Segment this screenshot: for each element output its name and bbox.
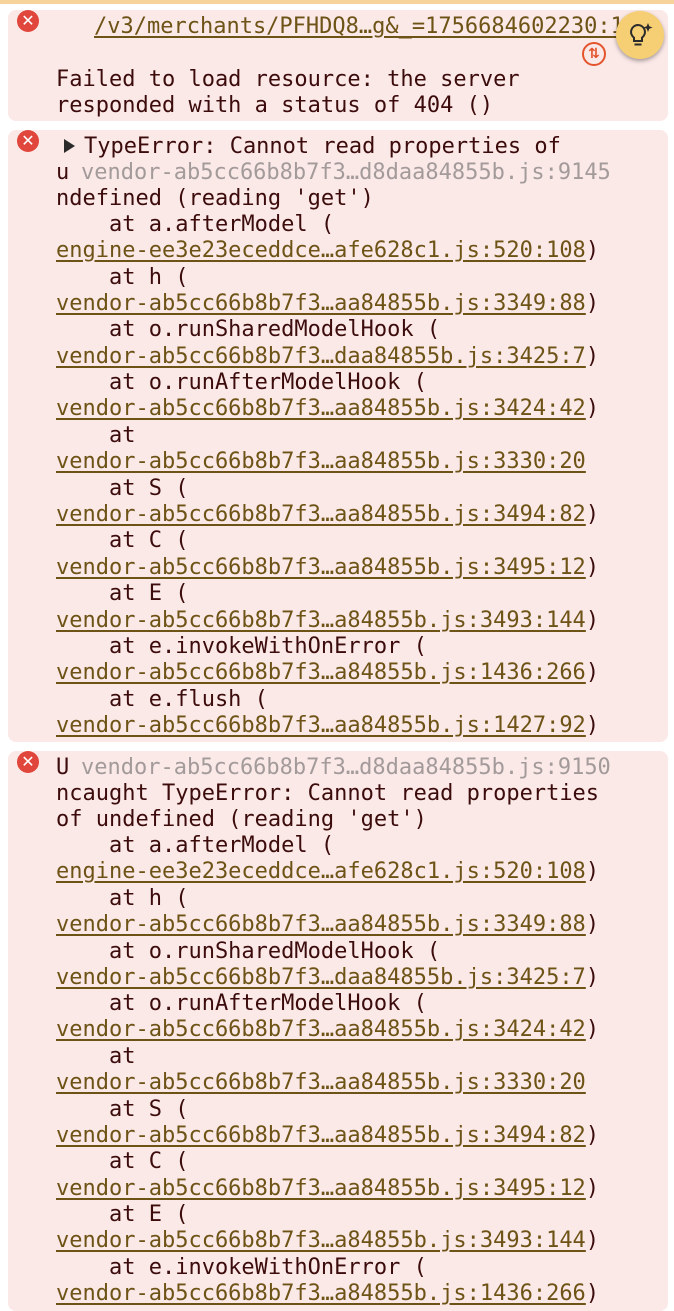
stack-frame-row: vendor-ab5cc66b8b7f3…daa84855b.js:3425:7… [56, 344, 599, 370]
stack-frame-link[interactable]: vendor-ab5cc66b8b7f3…aa84855b.js:1427:92 [56, 713, 586, 738]
stack-frame-label: at [56, 1044, 136, 1069]
stack-frame-link[interactable]: engine-ee3e23eceddce…afe628c1.js:520:108 [56, 238, 586, 263]
stack-frame-label: at o.runSharedModelHook ( [56, 317, 441, 342]
stack-frame-row: vendor-ab5cc66b8b7f3…aa84855b.js:3330:20 [56, 449, 586, 475]
error-message-line: Failed to load resource: the server [56, 67, 520, 92]
stack-frame-link[interactable]: vendor-ab5cc66b8b7f3…aa84855b.js:3349:88 [56, 912, 586, 937]
stack-frame-close: ) [585, 1176, 600, 1201]
stack-frame-link[interactable]: vendor-ab5cc66b8b7f3…daa84855b.js:3425:7 [56, 965, 586, 990]
top-border [0, 0, 674, 4]
error-message-line: u [56, 160, 70, 185]
stack-frame-label: at h ( [56, 265, 189, 290]
stack-frame-label: at e.invokeWithOnError ( [56, 634, 427, 659]
stack-frame-row: vendor-ab5cc66b8b7f3…aa84855b.js:3495:12… [56, 555, 599, 581]
stack-frame-row: vendor-ab5cc66b8b7f3…aa84855b.js:3424:42… [56, 396, 599, 422]
stack-frame-link[interactable]: vendor-ab5cc66b8b7f3…aa84855b.js:3330:20 [56, 449, 586, 474]
stack-frame-label: at a.afterModel ( [56, 212, 335, 237]
stack-frame-row: vendor-ab5cc66b8b7f3…a84855b.js:1436:266… [56, 1281, 599, 1307]
stack-frame-row: vendor-ab5cc66b8b7f3…aa84855b.js:3424:42… [56, 1017, 599, 1043]
error-message-line: ndefined (reading 'get') [56, 186, 374, 211]
stack-frame-close: ) [585, 555, 600, 580]
stack-frame-row: engine-ee3e23eceddce…afe628c1.js:520:108… [56, 859, 599, 885]
stack-frame-label: at h ( [56, 886, 189, 911]
ai-assistance-button[interactable] [616, 11, 664, 59]
stack-frame-close: ) [585, 608, 600, 633]
stack-frame-close: ) [585, 713, 600, 738]
stack-frame-close: ) [585, 965, 600, 990]
source-location-link[interactable]: vendor-ab5cc66b8b7f3…d8daa84855b.js:9150 [81, 755, 611, 781]
stack-frame-row: vendor-ab5cc66b8b7f3…aa84855b.js:3494:82… [56, 502, 599, 528]
stack-frame-close: ) [585, 1123, 600, 1148]
stack-frame-row: vendor-ab5cc66b8b7f3…aa84855b.js:3349:88… [56, 291, 599, 317]
error-message-line: of undefined (reading 'get') [56, 807, 427, 832]
request-url-link[interactable]: /v3/merchants/PFHDQ8…g&_=1756684602230:1 [94, 14, 624, 40]
stack-frame-row: vendor-ab5cc66b8b7f3…a84855b.js:1436:266… [56, 660, 599, 686]
stack-frame-row: vendor-ab5cc66b8b7f3…aa84855b.js:3495:12… [56, 1176, 599, 1202]
stack-frame-row: vendor-ab5cc66b8b7f3…aa84855b.js:3494:82… [56, 1123, 599, 1149]
stack-frame-link[interactable]: vendor-ab5cc66b8b7f3…aa84855b.js:3495:12 [56, 555, 586, 580]
stack-frame-label: at E ( [56, 1202, 189, 1227]
stack-frame-row: vendor-ab5cc66b8b7f3…aa84855b.js:3330:20 [56, 1070, 586, 1096]
stack-frame-close: ) [585, 912, 600, 937]
error-message-line: U [56, 755, 70, 780]
stack-frame-label: at [56, 423, 136, 448]
network-request-icon[interactable]: ⇅ [582, 42, 606, 66]
stack-frame-link[interactable]: vendor-ab5cc66b8b7f3…a84855b.js:1436:266 [56, 1281, 586, 1306]
stack-frame-label: at C ( [56, 1149, 189, 1174]
expand-triangle-icon[interactable] [64, 139, 75, 153]
stack-frame-close: ) [585, 660, 600, 685]
error-message-line: TypeError: Cannot read properties of [84, 134, 561, 159]
stack-frame-row: vendor-ab5cc66b8b7f3…aa84855b.js:1427:92… [56, 713, 599, 739]
stack-frame-link[interactable]: vendor-ab5cc66b8b7f3…daa84855b.js:3425:7 [56, 344, 586, 369]
stack-frame-link[interactable]: vendor-ab5cc66b8b7f3…aa84855b.js:3330:20 [56, 1070, 586, 1095]
error-circle-icon: ✕ [17, 130, 39, 152]
stack-frame-row: vendor-ab5cc66b8b7f3…aa84855b.js:3349:88… [56, 912, 599, 938]
error-circle-icon: ✕ [17, 10, 39, 32]
stack-frame-close: ) [585, 291, 600, 316]
stack-frame-link[interactable]: vendor-ab5cc66b8b7f3…aa84855b.js:3349:88 [56, 291, 586, 316]
stack-frame-link[interactable]: engine-ee3e23eceddce…afe628c1.js:520:108 [56, 859, 586, 884]
stack-frame-close: ) [585, 238, 600, 263]
stack-frame-label: at o.runAfterModelHook ( [56, 370, 427, 395]
stack-frame-link[interactable]: vendor-ab5cc66b8b7f3…aa84855b.js:3494:82 [56, 1123, 586, 1148]
stack-frame-close: ) [585, 859, 600, 884]
stack-frame-link[interactable]: vendor-ab5cc66b8b7f3…aa84855b.js:3495:12 [56, 1176, 586, 1201]
stack-frame-link[interactable]: vendor-ab5cc66b8b7f3…aa84855b.js:3494:82 [56, 502, 586, 527]
stack-frame-label: at E ( [56, 581, 189, 606]
ai-assistance-icon [630, 23, 653, 46]
stack-frame-label: at e.flush ( [56, 687, 268, 712]
stack-frame-label: at S ( [56, 1097, 189, 1122]
stack-frame-close: ) [585, 344, 600, 369]
error-message-line: ncaught TypeError: Cannot read propertie… [56, 781, 600, 806]
stack-frame-label: at S ( [56, 476, 189, 501]
stack-frame-link[interactable]: vendor-ab5cc66b8b7f3…a84855b.js:3493:144 [56, 608, 586, 633]
stack-frame-row: vendor-ab5cc66b8b7f3…daa84855b.js:3425:7… [56, 965, 599, 991]
error-message-line: responded with a status of 404 () [56, 93, 494, 118]
error-circle-icon: ✕ [17, 751, 39, 773]
stack-frame-label: at a.afterModel ( [56, 833, 335, 858]
stack-frame-close: ) [585, 502, 600, 527]
stack-frame-row: engine-ee3e23eceddce…afe628c1.js:520:108… [56, 238, 599, 264]
stack-frame-link[interactable]: vendor-ab5cc66b8b7f3…aa84855b.js:3424:42 [56, 1017, 586, 1042]
stack-frame-row: vendor-ab5cc66b8b7f3…a84855b.js:3493:144… [56, 608, 599, 634]
stack-frame-link[interactable]: vendor-ab5cc66b8b7f3…a84855b.js:3493:144 [56, 1228, 586, 1253]
stack-frame-link[interactable]: vendor-ab5cc66b8b7f3…a84855b.js:1436:266 [56, 660, 586, 685]
stack-frame-row: vendor-ab5cc66b8b7f3…a84855b.js:3493:144… [56, 1228, 599, 1254]
stack-frame-label: at o.runAfterModelHook ( [56, 991, 427, 1016]
stack-frame-close: ) [585, 1281, 600, 1306]
source-location-link[interactable]: vendor-ab5cc66b8b7f3…d8daa84855b.js:9145 [81, 160, 611, 186]
stack-frame-label: at o.runSharedModelHook ( [56, 939, 441, 964]
stack-frame-link[interactable]: vendor-ab5cc66b8b7f3…aa84855b.js:3424:42 [56, 396, 586, 421]
stack-frame-close: ) [585, 396, 600, 421]
stack-frame-label: at e.invokeWithOnError ( [56, 1255, 427, 1280]
stack-frame-label: at C ( [56, 528, 189, 553]
stack-frame-close: ) [585, 1228, 600, 1253]
stack-frame-close: ) [585, 1017, 600, 1042]
